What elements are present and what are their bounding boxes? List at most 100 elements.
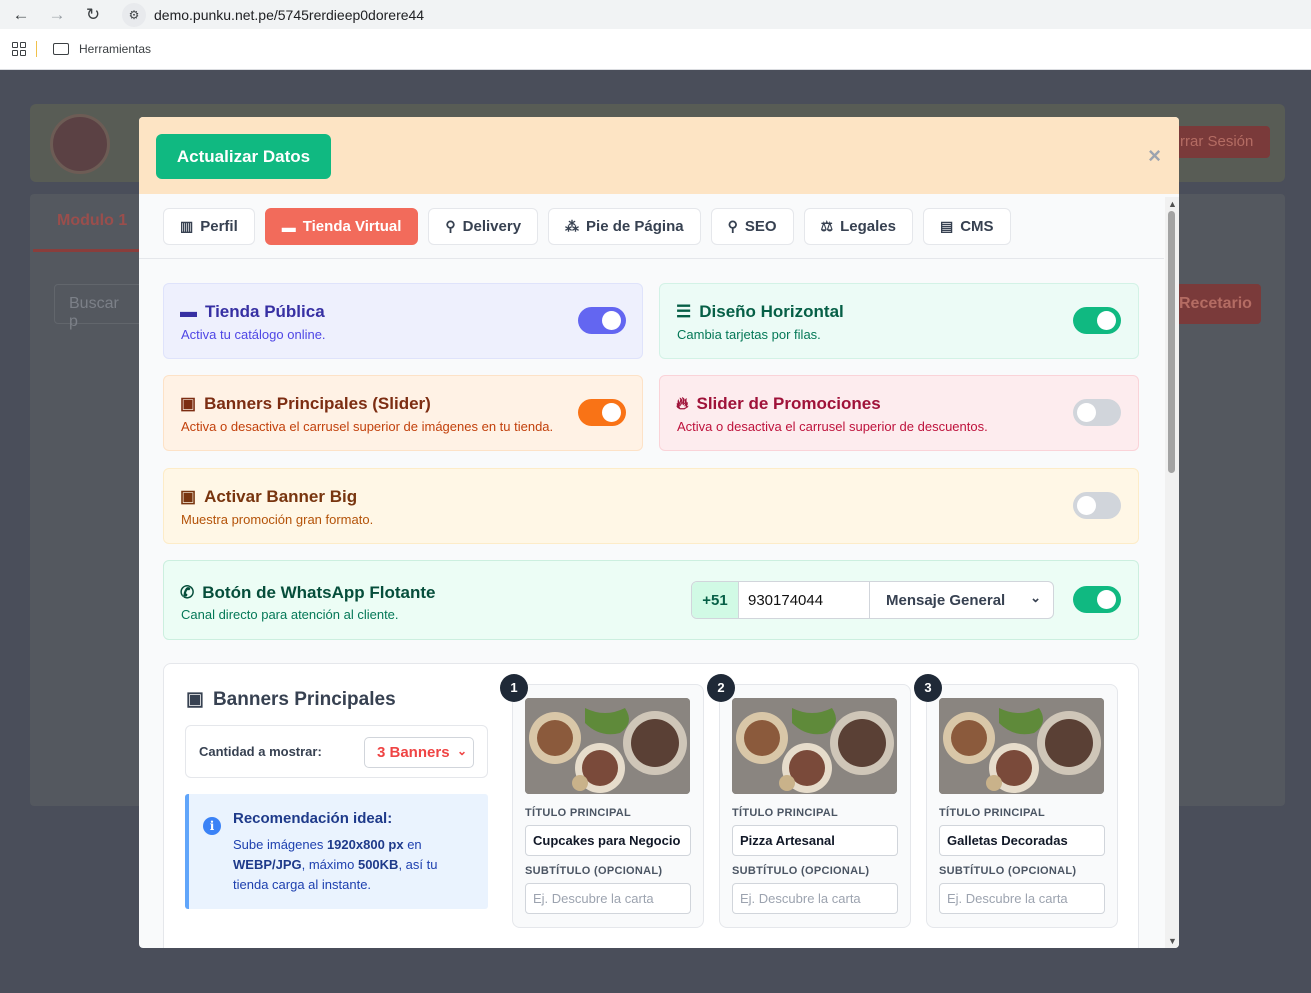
select-value: Mensaje General	[886, 591, 1006, 609]
address-bar[interactable]: ⚙ demo.punku.net.pe/5745rerdieep0dorere4…	[122, 0, 582, 29]
modal-scrollbar[interactable]: ▲ ▼	[1165, 197, 1179, 948]
feature-title: Banners Principales (Slider)	[204, 394, 431, 413]
feature-subtitle: Activa o desactiva el carrusel superior …	[677, 419, 988, 434]
scroll-thumb[interactable]	[1168, 211, 1175, 473]
building-icon: ▥	[180, 218, 194, 234]
search-icon: ⚲	[727, 218, 738, 234]
subtitle-label: SUBTÍTULO (OPCIONAL)	[525, 865, 663, 877]
title-input[interactable]: Cupcakes para Negocio	[525, 825, 691, 856]
tienda-publica-toggle[interactable]	[578, 307, 626, 334]
diseno-horizontal-toggle[interactable]	[1073, 307, 1121, 334]
back-arrow-icon[interactable]: ←	[10, 4, 32, 26]
banner-card: 3 TÍTULO PRINCIPAL Galletas Decoradas SU…	[914, 674, 1118, 928]
url-text: demo.punku.net.pe/5745rerdieep0dorere44	[154, 6, 425, 23]
slider-promociones-toggle[interactable]	[1073, 399, 1121, 426]
reload-icon[interactable]: ↻	[82, 4, 104, 26]
close-icon[interactable]: ×	[1148, 143, 1161, 169]
images-icon: ▣	[180, 394, 197, 413]
banner-image[interactable]	[939, 698, 1104, 794]
feature-banners-principales: ▣ Banners Principales (Slider) Activa o d…	[163, 375, 643, 451]
tab-pie-de-pagina[interactable]: ⁂ Pie de Página	[548, 208, 701, 245]
apps-grid-icon[interactable]	[12, 42, 26, 56]
subtitle-label: SUBTÍTULO (OPCIONAL)	[732, 865, 870, 877]
feature-subtitle: Cambia tarjetas por filas.	[677, 327, 821, 342]
subtitle-input[interactable]: Ej. Descubre la carta	[525, 883, 691, 914]
tabs-divider	[139, 258, 1164, 259]
title-input[interactable]: Pizza Artesanal	[732, 825, 898, 856]
forward-arrow-icon[interactable]: →	[46, 4, 68, 26]
banner-number: 3	[914, 674, 942, 702]
whatsapp-toggle[interactable]	[1073, 586, 1121, 613]
feature-title: Tienda Pública	[205, 302, 325, 321]
tab-label: Perfil	[200, 218, 238, 235]
tab-label: CMS	[960, 218, 994, 235]
images-icon: ▣	[186, 689, 204, 710]
feature-subtitle: Muestra promoción gran formato.	[181, 512, 374, 527]
scroll-up-icon[interactable]: ▲	[1168, 199, 1177, 209]
quantity-label: Cantidad a mostrar:	[199, 744, 322, 759]
banner-big-toggle[interactable]	[1073, 492, 1121, 519]
title-label: TÍTULO PRINCIPAL	[939, 807, 1046, 819]
subtitle-input[interactable]: Ej. Descubre la carta	[939, 883, 1105, 914]
country-prefix: +51	[692, 582, 739, 618]
feature-whatsapp: ✆ Botón de WhatsApp Flotante Canal direct…	[163, 560, 1139, 640]
banners-section: ▣ Banners Principales Cantidad a mostrar:…	[163, 663, 1139, 948]
banner-card: 2 TÍTULO PRINCIPAL Pizza Artesanal SUBTÍ…	[707, 674, 911, 928]
whatsapp-icon: ✆	[180, 583, 195, 602]
scroll-down-icon[interactable]: ▼	[1168, 936, 1177, 946]
feature-title: Slider de Promociones	[696, 394, 881, 413]
motorcycle-icon: ⚲	[445, 218, 456, 234]
store-icon: ▬	[281, 218, 296, 235]
background-search: Buscar p	[54, 284, 144, 330]
file-code-icon: ▤	[939, 218, 954, 234]
subtitle-input[interactable]: Ej. Descubre la carta	[732, 883, 898, 914]
update-data-button[interactable]: Actualizar Datos	[156, 134, 331, 179]
feature-tienda-publica: ▬ Tienda Pública Activa tu catálogo onlin…	[163, 283, 643, 359]
title-input[interactable]: Galletas Decoradas	[939, 825, 1105, 856]
tab-seo[interactable]: ⚲ SEO	[710, 208, 794, 245]
message-type-select[interactable]: Mensaje General ⌄	[870, 582, 1053, 618]
image-icon: ▣	[180, 487, 197, 506]
chevron-down-icon: ⌄	[456, 744, 467, 758]
bookmarks-divider	[36, 41, 37, 57]
list-icon: ☰	[676, 302, 692, 321]
banner-number: 1	[500, 674, 528, 702]
info-icon: i	[203, 817, 221, 835]
settings-modal: Actualizar Datos × ▥ Perfil ▬ Tienda Virtu…	[139, 117, 1179, 948]
feature-title: Diseño Horizontal	[699, 302, 844, 321]
quantity-box: Cantidad a mostrar: 3 Banners ⌄	[185, 725, 488, 778]
scale-icon: ⚖	[820, 218, 834, 234]
title-label: TÍTULO PRINCIPAL	[525, 807, 632, 819]
feature-title: Botón de WhatsApp Flotante	[202, 583, 436, 602]
recommendation-box: i Recomendación ideal: Sube imágenes 192…	[185, 794, 488, 909]
tab-tienda-virtual[interactable]: ▬ Tienda Virtual	[264, 208, 419, 245]
banners-principales-toggle[interactable]	[578, 399, 626, 426]
store-icon: ▬	[180, 302, 197, 321]
feature-subtitle: Activa tu catálogo online.	[181, 327, 326, 342]
subtitle-label: SUBTÍTULO (OPCIONAL)	[939, 865, 1077, 877]
feature-subtitle: Activa o desactiva el carrusel superior …	[181, 419, 554, 434]
bookmark-folder-herramientas[interactable]: Herramientas	[79, 42, 151, 56]
site-settings-icon[interactable]: ⚙	[122, 2, 146, 27]
logout-button: rrar Sesión	[1170, 126, 1270, 158]
browser-chrome: ← → ↻ ⚙ demo.punku.net.pe/5745rerdieep0d…	[0, 0, 1311, 70]
whatsapp-phone-input[interactable]: 930174044	[739, 582, 870, 618]
folder-icon	[53, 43, 69, 55]
quantity-select[interactable]: 3 Banners ⌄	[364, 737, 474, 768]
shoe-prints-icon: ⁂	[565, 218, 580, 234]
tab-delivery[interactable]: ⚲ Delivery	[428, 208, 539, 245]
feature-diseno-horizontal: ☰ Diseño Horizontal Cambia tarjetas por f…	[659, 283, 1139, 359]
tab-label: Tienda Virtual	[302, 218, 402, 235]
feature-subtitle: Canal directo para atención al cliente.	[181, 607, 399, 622]
tab-label: Legales	[840, 218, 896, 235]
tab-perfil[interactable]: ▥ Perfil	[163, 208, 255, 245]
banner-image[interactable]	[525, 698, 690, 794]
tab-cms[interactable]: ▤ CMS	[922, 208, 1011, 245]
banner-number: 2	[707, 674, 735, 702]
browser-toolbar: ← → ↻ ⚙ demo.punku.net.pe/5745rerdieep0d…	[0, 0, 1311, 29]
recommendation-text: Sube imágenes 1920x800 px en WEBP/JPG, m…	[233, 837, 438, 892]
settings-tabs: ▥ Perfil ▬ Tienda Virtual ⚲ Delivery ⁂ Pie d…	[163, 208, 1011, 245]
banner-image[interactable]	[732, 698, 897, 794]
tab-legales[interactable]: ⚖ Legales	[803, 208, 913, 245]
feature-banner-big: ▣ Activar Banner Big Muestra promoción gr…	[163, 468, 1139, 544]
